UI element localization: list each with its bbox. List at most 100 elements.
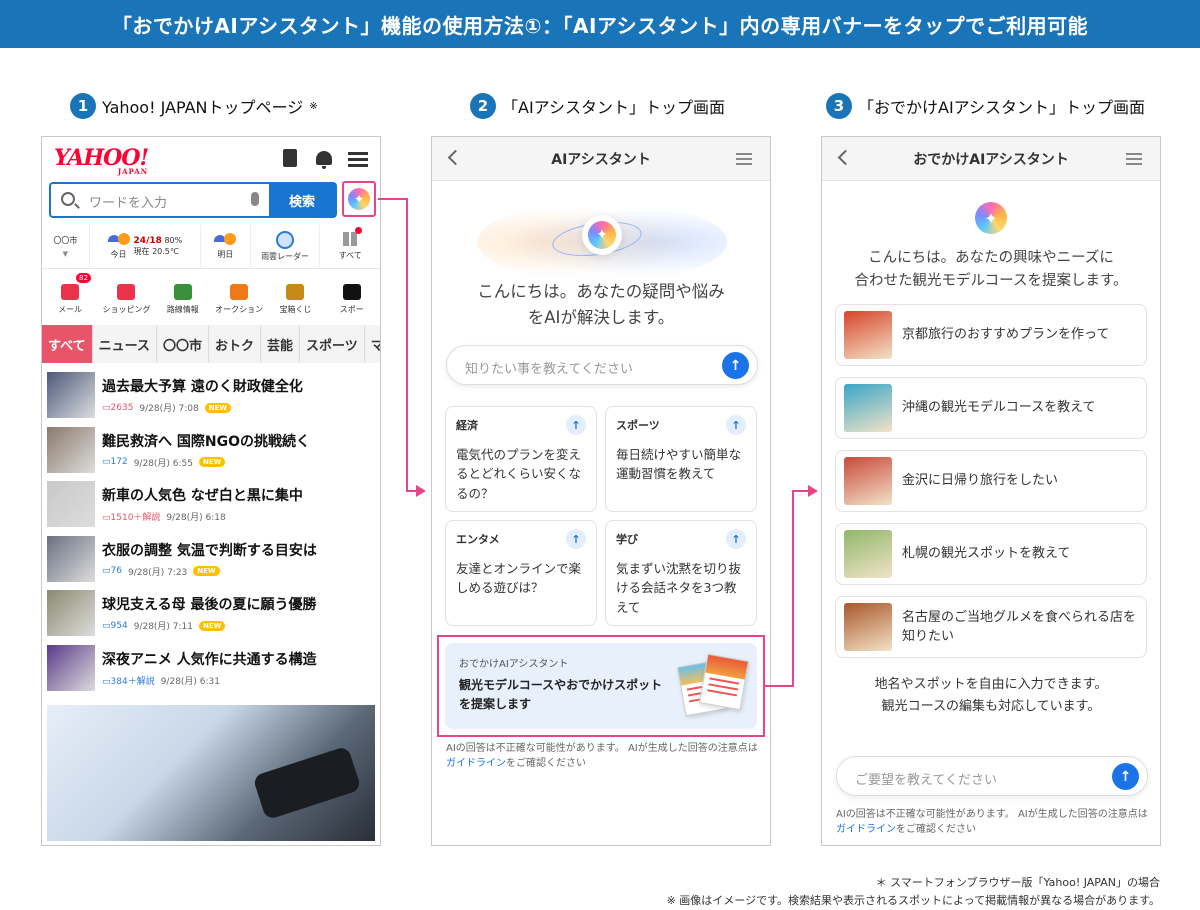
service-item[interactable]: オークション xyxy=(211,271,267,319)
step-heading-3: 3 「おでかけAIアシスタント」トップ画面 xyxy=(826,93,1145,119)
comment-count: ▭1510＋解説 xyxy=(102,510,160,523)
ad-banner[interactable] xyxy=(47,705,375,841)
comment-count: ▭954 xyxy=(102,621,128,631)
bell-icon[interactable] xyxy=(314,149,334,169)
weather-city[interactable]: 〇〇市 ▼ xyxy=(42,225,90,268)
service-item[interactable]: 宝箱くじ xyxy=(267,271,323,319)
card-body: 気まずい沈黙を切り抜ける会話ネタを3つ教えて xyxy=(616,559,746,617)
ai-assistant-button[interactable]: ✦ xyxy=(342,181,376,217)
guideline-link[interactable]: ガイドライン xyxy=(446,758,506,769)
mic-icon[interactable] xyxy=(251,192,259,206)
news-tab[interactable]: マ xyxy=(365,325,381,363)
comment-count: ▭76 xyxy=(102,566,122,576)
new-badge: NEW xyxy=(193,566,219,576)
header-title: AIアシスタント xyxy=(551,149,650,169)
disclaimer: AIの回答は不正確な可能性があります。 AIが生成した回答の注意点はガイドライン… xyxy=(446,742,761,771)
news-row[interactable]: 球児支える母 最後の夏に願う優勝▭9549/28(月) 7:11NEW xyxy=(47,586,377,641)
service-item[interactable]: 82 メール xyxy=(42,271,98,319)
news-meta: ▭1510＋解説 9/28(月) 6:18 xyxy=(102,510,303,523)
news-thumbnail xyxy=(47,427,95,473)
weather-all[interactable]: すべて xyxy=(320,225,380,268)
question-input[interactable]: 知りたい事を教えてください ↑ xyxy=(446,345,758,385)
weather-today[interactable]: 今日 24/18 80% 現在 20.5℃ xyxy=(90,225,201,268)
suggestion-item[interactable]: 札幌の観光スポットを教えて xyxy=(835,523,1147,585)
service-label: メール xyxy=(58,304,82,315)
suggestion-item[interactable]: 沖縄の観光モデルコースを教えて xyxy=(835,377,1147,439)
topic-card[interactable]: スポーツ毎日続けやすい簡単な運動習慣を教えて↑ xyxy=(605,406,757,512)
comment-icon: ▭ xyxy=(102,566,111,576)
today-temp: 24/18 xyxy=(134,236,162,246)
footnote-line: ※ 画像はイメージです。検索結果や表示されるスポットによって掲載情報が異なる場合… xyxy=(667,892,1160,910)
news-row[interactable]: 衣服の調整 気温で判断する目安は▭769/28(月) 7:23NEW xyxy=(47,532,377,587)
news-tab[interactable]: 芸能 xyxy=(261,325,300,363)
news-tabs: すべてニュース〇〇市おトク芸能スポーツマ xyxy=(42,325,380,363)
topic-card[interactable]: 学び気まずい沈黙を切り抜ける会話ネタを3つ教えて↑ xyxy=(605,520,757,626)
service-item[interactable]: スポー xyxy=(324,271,380,319)
spot-thumbnail xyxy=(844,384,892,432)
menu-icon[interactable] xyxy=(736,153,752,155)
ai-sparkle-icon: ✦ xyxy=(348,188,370,210)
menu-icon[interactable] xyxy=(348,149,368,169)
news-tab[interactable]: スポーツ xyxy=(300,325,365,363)
news-tab[interactable]: すべて xyxy=(42,325,93,363)
news-tab[interactable]: ニュース xyxy=(93,325,157,363)
step-mark: ※ xyxy=(309,101,317,112)
news-title: 深夜アニメ 人気作に共通する構造 xyxy=(102,649,317,669)
weather-radar[interactable]: 雨雲レーダー xyxy=(251,225,321,268)
unread-badge: 82 xyxy=(76,273,91,283)
news-row[interactable]: 新車の人気色 なぜ白と黒に集中▭1510＋解説9/28(月) 6:18 xyxy=(47,477,377,532)
search-input[interactable]: ワードを入力 xyxy=(89,192,167,211)
step-heading-1: 1 Yahoo! JAPANトップページ※ xyxy=(70,93,318,119)
news-date: 9/28(月) 6:18 xyxy=(166,510,225,523)
news-thumbnail xyxy=(47,536,95,582)
news-tab[interactable]: おトク xyxy=(209,325,261,363)
brochure-icon xyxy=(699,654,749,711)
suggestion-text: 京都旅行のおすすめプランを作って xyxy=(902,325,1109,345)
search-icon xyxy=(61,192,75,206)
news-row[interactable]: 深夜アニメ 人気作に共通する構造 ▭384＋解説9/28(月) 6:31 xyxy=(47,641,377,696)
news-meta: ▭384＋解説9/28(月) 6:31 xyxy=(102,674,317,687)
send-button[interactable]: ↑ xyxy=(1112,763,1139,790)
weather-tomorrow[interactable]: 明日 xyxy=(201,225,251,268)
tomorrow-label: 明日 xyxy=(217,249,233,260)
news-tab[interactable]: 〇〇市 xyxy=(157,325,209,363)
service-item[interactable]: 路線情報 xyxy=(155,271,211,319)
news-thumbnail xyxy=(47,645,95,691)
topic-card[interactable]: エンタメ友達とオンラインで楽しめる遊びは？↑ xyxy=(445,520,597,626)
spot-thumbnail xyxy=(844,311,892,359)
yahoo-logo[interactable]: YAHOO! JAPAN xyxy=(54,145,148,176)
ai-assistant-header: AIアシスタント xyxy=(432,137,770,181)
odekake-banner[interactable]: おでかけAIアシスタント 観光モデルコースやおでかけスポット を提案します xyxy=(445,643,757,729)
search-button[interactable]: 検索 xyxy=(269,184,335,216)
topic-card[interactable]: 経済電気代のプランを変えるとどれくらい安くなるの？↑ xyxy=(445,406,597,512)
suggestion-text: 沖縄の観光モデルコースを教えて xyxy=(902,398,1095,418)
news-row[interactable]: 過去最大予算 遠のく財政健全化▭26359/28(月) 7:08NEW xyxy=(47,368,377,423)
footnotes: ＊ スマートフォンブラウザー版「Yahoo! JAPAN」の場合 ※ 画像はイメ… xyxy=(667,874,1160,909)
service-icon xyxy=(61,284,79,300)
menu-icon[interactable] xyxy=(1126,153,1142,155)
request-input[interactable]: ご要望を教えてください ↑ xyxy=(836,756,1148,796)
suggestion-item[interactable]: 名古屋のご当地グルメを食べられる店を知りたい xyxy=(835,596,1147,658)
suggestion-item[interactable]: 金沢に日帰り旅行をしたい xyxy=(835,450,1147,512)
service-label: スポー xyxy=(340,304,364,315)
news-date: 9/28(月) 6:55 xyxy=(134,456,193,469)
service-item[interactable]: ショッピング xyxy=(98,271,154,319)
chevron-down-icon: ▼ xyxy=(63,250,68,258)
news-row[interactable]: 難民救済へ 国際NGOの挑戦続く▭1729/28(月) 6:55NEW xyxy=(47,423,377,478)
news-meta: ▭1729/28(月) 6:55NEW xyxy=(102,456,310,469)
rain-sun-icon xyxy=(214,233,236,249)
send-button[interactable]: ↑ xyxy=(722,352,749,379)
arrow-head xyxy=(416,485,426,497)
phone-yahoo-top: YAHOO! JAPAN ワードを入力 検索 ✦ 〇〇市 ▼ 今日 24/18 … xyxy=(41,136,381,846)
suggestion-item[interactable]: 京都旅行のおすすめプランを作って xyxy=(835,304,1147,366)
service-label: 宝箱くじ xyxy=(279,304,311,315)
document-icon[interactable] xyxy=(280,149,300,169)
comment-icon: ▭ xyxy=(102,403,111,413)
spot-thumbnail xyxy=(844,457,892,505)
back-icon[interactable] xyxy=(448,150,464,166)
guideline-link[interactable]: ガイドライン xyxy=(836,824,896,835)
news-title: 球児支える母 最後の夏に願う優勝 xyxy=(102,594,316,614)
search-bar: ワードを入力 検索 xyxy=(49,182,337,218)
news-date: 9/28(月) 7:11 xyxy=(134,619,193,632)
back-icon[interactable] xyxy=(838,150,854,166)
